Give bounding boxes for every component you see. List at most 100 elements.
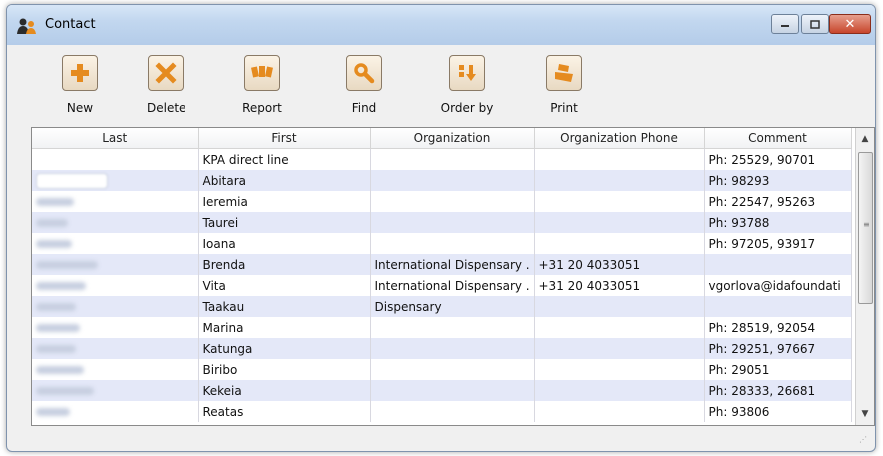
minimize-button[interactable]: [771, 14, 799, 34]
find-button[interactable]: Find: [329, 55, 399, 115]
cell-last[interactable]: [32, 170, 199, 191]
cell-comment[interactable]: [704, 254, 852, 275]
cell-last[interactable]: [32, 338, 199, 359]
cell-first[interactable]: Biribo: [198, 359, 371, 380]
scrollbar-thumb[interactable]: ≡: [858, 152, 873, 304]
print-button[interactable]: Print: [529, 55, 599, 115]
cell-first[interactable]: Ioana: [198, 233, 371, 254]
table-row[interactable]: Taakau Dispensary: [32, 296, 852, 317]
contacts-table: Last First Organization Organization Pho…: [31, 127, 875, 426]
cell-first[interactable]: Marina: [198, 317, 371, 338]
table-row[interactable]: Reatas Ph: 93806: [32, 401, 852, 422]
title-bar[interactable]: Contact ✕: [7, 5, 875, 45]
cell-organization-phone[interactable]: [534, 148, 705, 170]
cell-last[interactable]: [32, 296, 199, 317]
cell-first[interactable]: Kekeia: [198, 380, 371, 401]
cell-organization-phone[interactable]: +31 20 4033051: [534, 254, 705, 275]
cell-last[interactable]: [32, 254, 199, 275]
new-button[interactable]: New: [45, 55, 115, 115]
cell-last[interactable]: [32, 401, 199, 422]
cell-organization[interactable]: [370, 212, 535, 233]
cell-organization[interactable]: [370, 191, 535, 212]
cell-organization-phone[interactable]: [534, 401, 705, 422]
table-row[interactable]: Kekeia Ph: 28333, 26681: [32, 380, 852, 401]
cell-comment[interactable]: Ph: 28519, 92054: [704, 317, 852, 338]
cell-organization-phone[interactable]: [534, 233, 705, 254]
cell-organization[interactable]: [370, 401, 535, 422]
cell-last[interactable]: [32, 359, 199, 380]
maximize-button[interactable]: [801, 14, 829, 34]
cell-organization-phone[interactable]: [534, 317, 705, 338]
window-title: Contact: [45, 17, 96, 32]
column-header-last[interactable]: Last: [32, 128, 199, 149]
table-row[interactable]: Vita International Dispensary . +31 20 4…: [32, 275, 852, 296]
table-row[interactable]: Biribo Ph: 29051: [32, 359, 852, 380]
cell-organization[interactable]: [370, 359, 535, 380]
cell-organization-phone[interactable]: [534, 380, 705, 401]
column-header-comment[interactable]: Comment: [704, 128, 852, 149]
order-by-button[interactable]: Order by: [432, 55, 502, 115]
table-row[interactable]: KPA direct line Ph: 25529, 90701: [32, 148, 852, 170]
cell-comment[interactable]: vgorlova@idafoundati: [704, 275, 852, 296]
cell-organization-phone[interactable]: [534, 359, 705, 380]
resize-grip-icon[interactable]: ⋰: [859, 435, 869, 445]
cell-organization[interactable]: International Dispensary .: [370, 275, 535, 296]
cell-last[interactable]: [32, 233, 199, 254]
column-header-organization[interactable]: Organization: [370, 128, 535, 149]
cell-comment[interactable]: [704, 296, 852, 317]
cell-last[interactable]: [32, 275, 199, 296]
cell-organization-phone[interactable]: [534, 170, 705, 191]
scroll-down-arrow-icon[interactable]: ▼: [856, 405, 874, 423]
cell-organization[interactable]: [370, 170, 535, 191]
cell-organization[interactable]: [370, 233, 535, 254]
cell-last[interactable]: [32, 317, 199, 338]
table-row[interactable]: Ioana Ph: 97205, 93917: [32, 233, 852, 254]
cell-last[interactable]: [32, 380, 199, 401]
cell-comment[interactable]: Ph: 93788: [704, 212, 852, 233]
cell-organization-phone[interactable]: [534, 296, 705, 317]
scroll-up-arrow-icon[interactable]: ▲: [856, 130, 874, 148]
cell-organization[interactable]: [370, 380, 535, 401]
close-button[interactable]: ✕: [829, 14, 871, 34]
cell-comment[interactable]: Ph: 29251, 97667: [704, 338, 852, 359]
cell-organization[interactable]: [370, 317, 535, 338]
table-row[interactable]: Marina Ph: 28519, 92054: [32, 317, 852, 338]
cell-last[interactable]: [32, 148, 199, 170]
cell-first[interactable]: KPA direct line: [198, 148, 371, 170]
cell-first[interactable]: Taakau: [198, 296, 371, 317]
cell-comment[interactable]: Ph: 93806: [704, 401, 852, 422]
table-row[interactable]: Taurei Ph: 93788: [32, 212, 852, 233]
cell-last[interactable]: [32, 212, 199, 233]
cell-first[interactable]: Ieremia: [198, 191, 371, 212]
cell-organization-phone[interactable]: [534, 212, 705, 233]
column-header-first[interactable]: First: [198, 128, 371, 149]
cell-organization[interactable]: [370, 148, 535, 170]
cell-comment[interactable]: Ph: 25529, 90701: [704, 148, 852, 170]
cell-first[interactable]: Katunga: [198, 338, 371, 359]
cell-comment[interactable]: Ph: 97205, 93917: [704, 233, 852, 254]
cell-organization-phone[interactable]: [534, 191, 705, 212]
cell-first[interactable]: Reatas: [198, 401, 371, 422]
report-button[interactable]: Report: [227, 55, 297, 115]
column-header-organization-phone[interactable]: Organization Phone: [534, 128, 705, 149]
delete-button[interactable]: Delete: [136, 55, 196, 115]
cell-organization[interactable]: International Dispensary .: [370, 254, 535, 275]
cell-organization-phone[interactable]: [534, 338, 705, 359]
cell-comment[interactable]: Ph: 29051: [704, 359, 852, 380]
cell-comment[interactable]: Ph: 22547, 95263: [704, 191, 852, 212]
cell-first[interactable]: Brenda: [198, 254, 371, 275]
cell-first[interactable]: Vita: [198, 275, 371, 296]
table-row[interactable]: Katunga Ph: 29251, 97667: [32, 338, 852, 359]
table-row[interactable]: Ieremia Ph: 22547, 95263: [32, 191, 852, 212]
cell-last[interactable]: [32, 191, 199, 212]
cell-organization-phone[interactable]: +31 20 4033051: [534, 275, 705, 296]
table-row[interactable]: Abitara Ph: 98293: [32, 170, 852, 191]
cell-first[interactable]: Abitara: [198, 170, 371, 191]
cell-comment[interactable]: Ph: 28333, 26681: [704, 380, 852, 401]
vertical-scrollbar[interactable]: ▲ ≡ ▼: [855, 128, 874, 425]
cell-organization[interactable]: Dispensary: [370, 296, 535, 317]
table-row[interactable]: Brenda International Dispensary . +31 20…: [32, 254, 852, 275]
cell-first[interactable]: Taurei: [198, 212, 371, 233]
cell-comment[interactable]: Ph: 98293: [704, 170, 852, 191]
cell-organization[interactable]: [370, 338, 535, 359]
